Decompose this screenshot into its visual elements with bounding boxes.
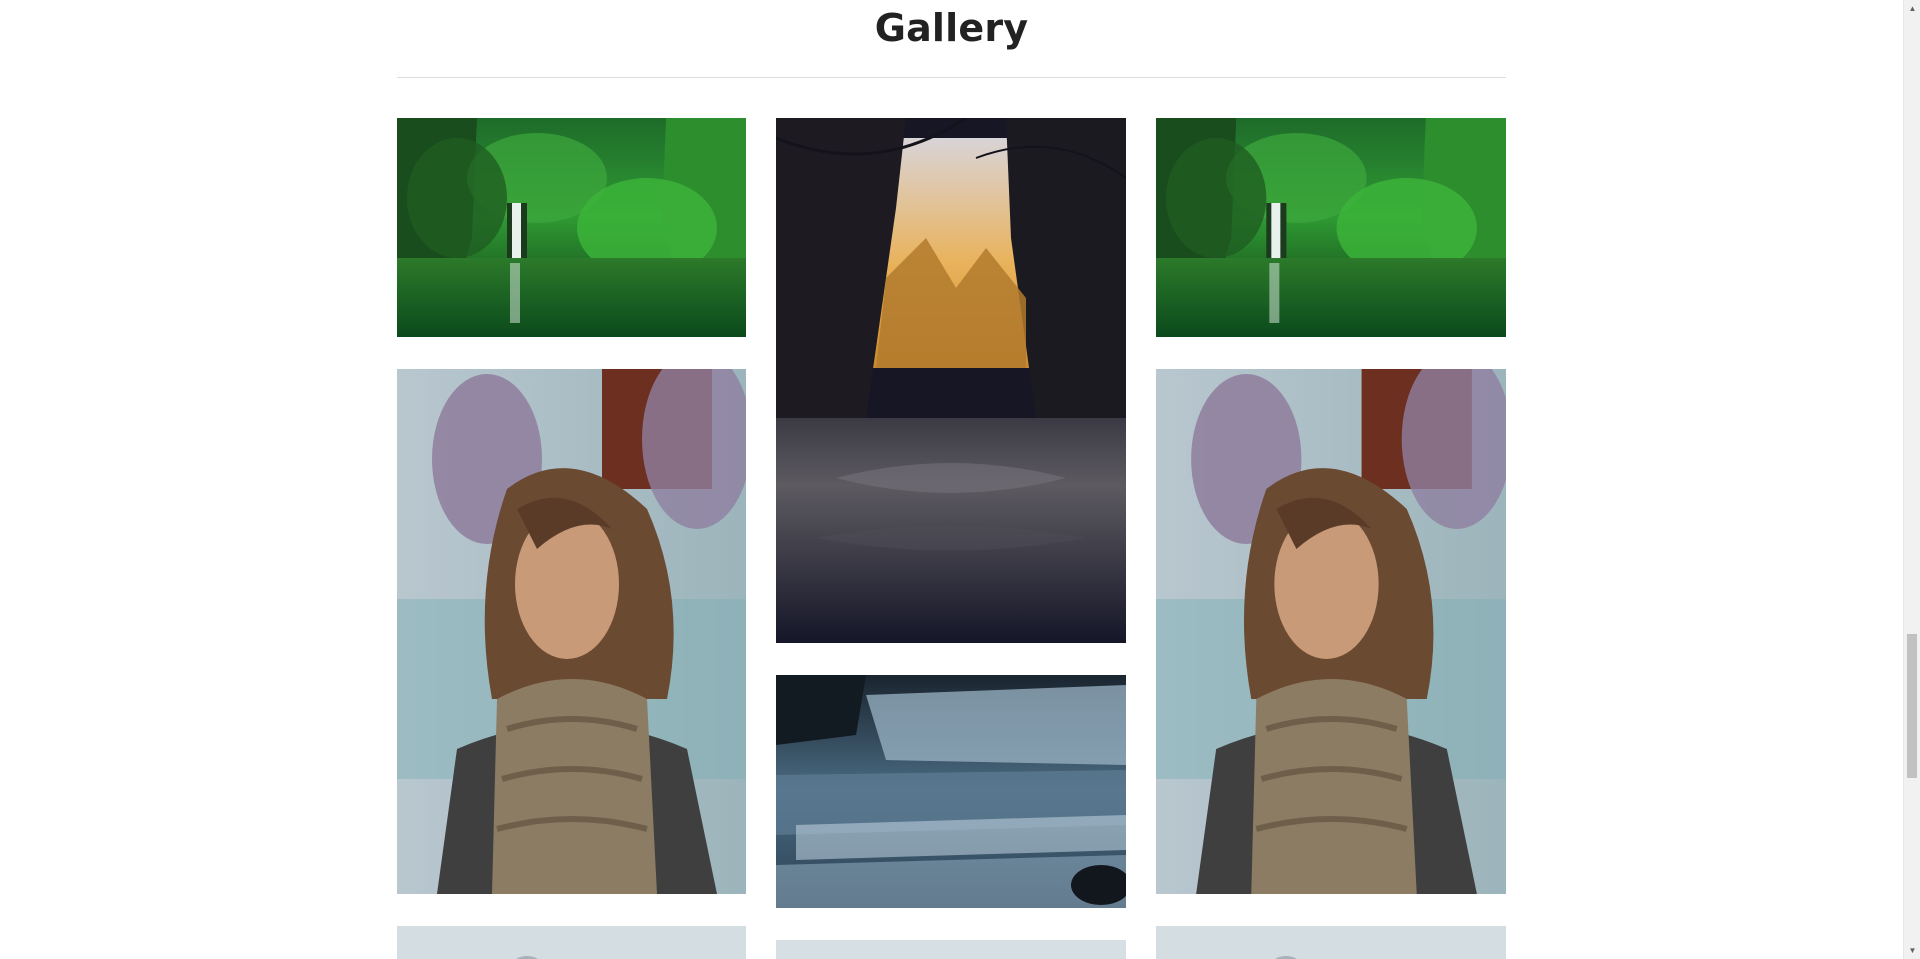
gallery-image-waterfall-green[interactable] xyxy=(397,118,746,337)
gallery-image-blue-cascade[interactable] xyxy=(776,675,1126,908)
page: Gallery ▲ ▼ xyxy=(0,0,1920,959)
partial-picture xyxy=(397,926,746,959)
forest-river-picture xyxy=(776,118,1126,643)
partial-picture xyxy=(776,940,1126,959)
section-title: Gallery xyxy=(874,6,1029,50)
gallery-image-partial[interactable] xyxy=(397,926,746,959)
partial-picture xyxy=(1156,926,1506,959)
scroll-down-arrow-icon[interactable]: ▼ xyxy=(1904,942,1920,959)
gallery-image-forest-river[interactable] xyxy=(776,118,1126,643)
divider xyxy=(397,77,1506,78)
portrait-picture xyxy=(397,369,746,894)
portrait-picture xyxy=(1156,369,1506,894)
vertical-scrollbar[interactable]: ▲ ▼ xyxy=(1903,0,1920,959)
blue-cascade-picture xyxy=(776,675,1126,908)
waterfall-green-picture xyxy=(1156,118,1506,337)
scrollbar-thumb[interactable] xyxy=(1907,634,1917,778)
gallery-image-portrait[interactable] xyxy=(1156,369,1506,894)
scroll-up-arrow-icon[interactable]: ▲ xyxy=(1904,0,1920,17)
waterfall-green-picture xyxy=(397,118,746,337)
gallery-image-partial[interactable] xyxy=(1156,926,1506,959)
gallery-image-portrait[interactable] xyxy=(397,369,746,894)
gallery-image-waterfall-green[interactable] xyxy=(1156,118,1506,337)
gallery-image-partial[interactable] xyxy=(776,940,1126,959)
